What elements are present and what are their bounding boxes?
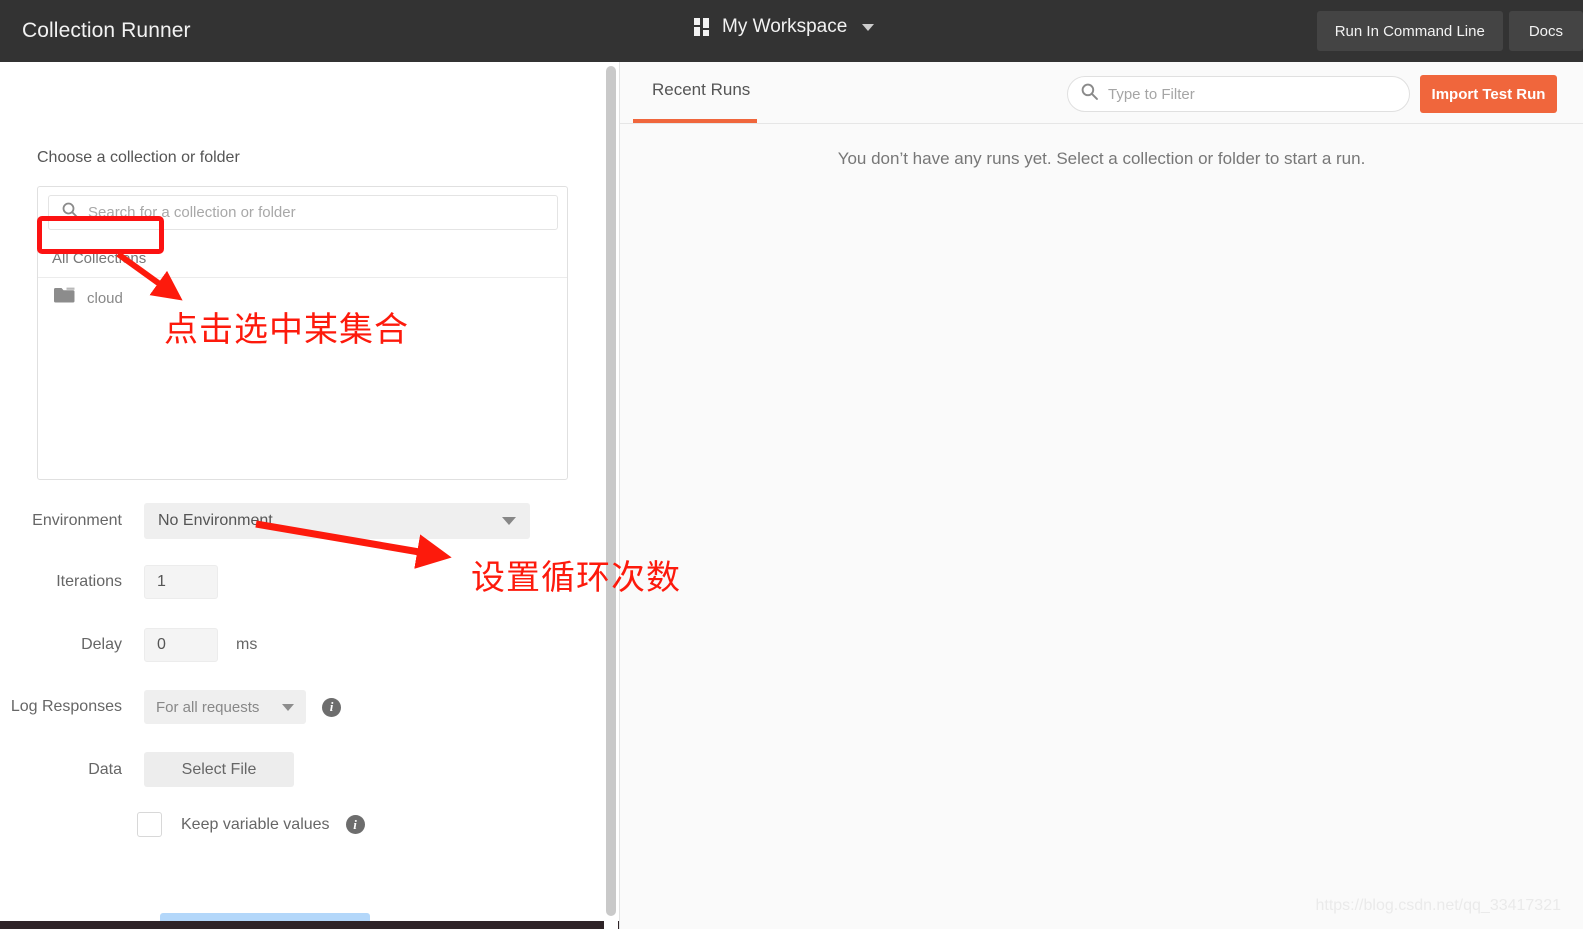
chevron-down-icon: [862, 23, 875, 31]
workspace-name: My Workspace: [722, 16, 848, 37]
delay-unit-label: ms: [236, 636, 258, 653]
watermark: https://blog.csdn.net/qq_33417321: [1315, 897, 1561, 914]
left-panel: Choose a collection or folder All Collec…: [0, 62, 609, 921]
grid-icon: [694, 18, 711, 36]
tab-active-underline: [633, 119, 757, 123]
log-responses-label: Log Responses: [10, 698, 122, 715]
search-input[interactable]: [88, 204, 557, 221]
info-icon[interactable]: i: [322, 697, 341, 717]
search-icon: [1081, 83, 1098, 105]
info-icon[interactable]: i: [345, 815, 365, 834]
top-bar: Collection Runner My Workspace Run In Co…: [0, 0, 1583, 62]
environment-label: Environment: [32, 512, 122, 529]
annotation-text-1: 点击选中某集合: [164, 311, 409, 349]
right-panel: Recent Runs Import Test Run You don’t ha…: [620, 62, 1583, 929]
log-responses-select[interactable]: For all requests: [144, 690, 306, 724]
environment-value: No Environment: [158, 512, 273, 529]
chevron-down-icon: [502, 517, 516, 525]
start-run-button[interactable]: Start Run: [160, 913, 370, 921]
data-row: Data Select File: [0, 752, 600, 787]
page-title: Collection Runner: [22, 19, 191, 42]
search-icon: [62, 202, 78, 223]
delay-label: Delay: [81, 636, 122, 653]
filter-input[interactable]: [1108, 85, 1409, 103]
choose-collection-label: Choose a collection or folder: [37, 149, 240, 166]
keep-variable-checkbox[interactable]: [137, 812, 162, 837]
run-in-command-line-button[interactable]: Run In Command Line: [1316, 11, 1503, 51]
collection-name: cloud: [87, 289, 123, 307]
delay-row: Delay ms: [0, 628, 600, 662]
data-label: Data: [88, 760, 122, 778]
right-panel-header: Recent Runs Import Test Run: [620, 62, 1583, 124]
docs-button[interactable]: Docs: [1508, 11, 1583, 51]
tab-recent-runs[interactable]: Recent Runs: [652, 80, 750, 100]
workspace-selector[interactable]: My Workspace: [694, 16, 875, 38]
left-panel-scrollbar-thumb[interactable]: [606, 66, 616, 916]
log-responses-value: For all requests: [156, 698, 260, 716]
search-collection-field[interactable]: [48, 195, 558, 230]
all-collections-row[interactable]: All Collections: [38, 239, 567, 278]
topbar-actions: Run In Command Line Docs: [1316, 11, 1583, 51]
empty-state-message: You don’t have any runs yet. Select a co…: [837, 149, 1366, 168]
select-file-button[interactable]: Select File: [144, 752, 294, 787]
chevron-down-icon: [282, 703, 294, 711]
all-collections-label: All Collections: [52, 249, 147, 267]
import-test-run-button[interactable]: Import Test Run: [1420, 75, 1557, 113]
delay-input[interactable]: [144, 628, 218, 662]
filter-field[interactable]: [1067, 76, 1410, 112]
keep-variable-label: Keep variable values: [181, 815, 330, 833]
left-panel-bottom-bar: [0, 921, 628, 929]
environment-select[interactable]: No Environment: [144, 503, 530, 539]
iterations-input[interactable]: [144, 565, 218, 599]
environment-row: Environment No Environment: [0, 503, 600, 539]
iterations-label: Iterations: [56, 573, 122, 590]
keep-variable-row: Keep variable values i: [137, 812, 567, 837]
annotation-text-2: 设置循环次数: [471, 559, 681, 597]
log-responses-row: Log Responses For all requests i: [0, 690, 600, 724]
folder-icon: [54, 287, 75, 309]
